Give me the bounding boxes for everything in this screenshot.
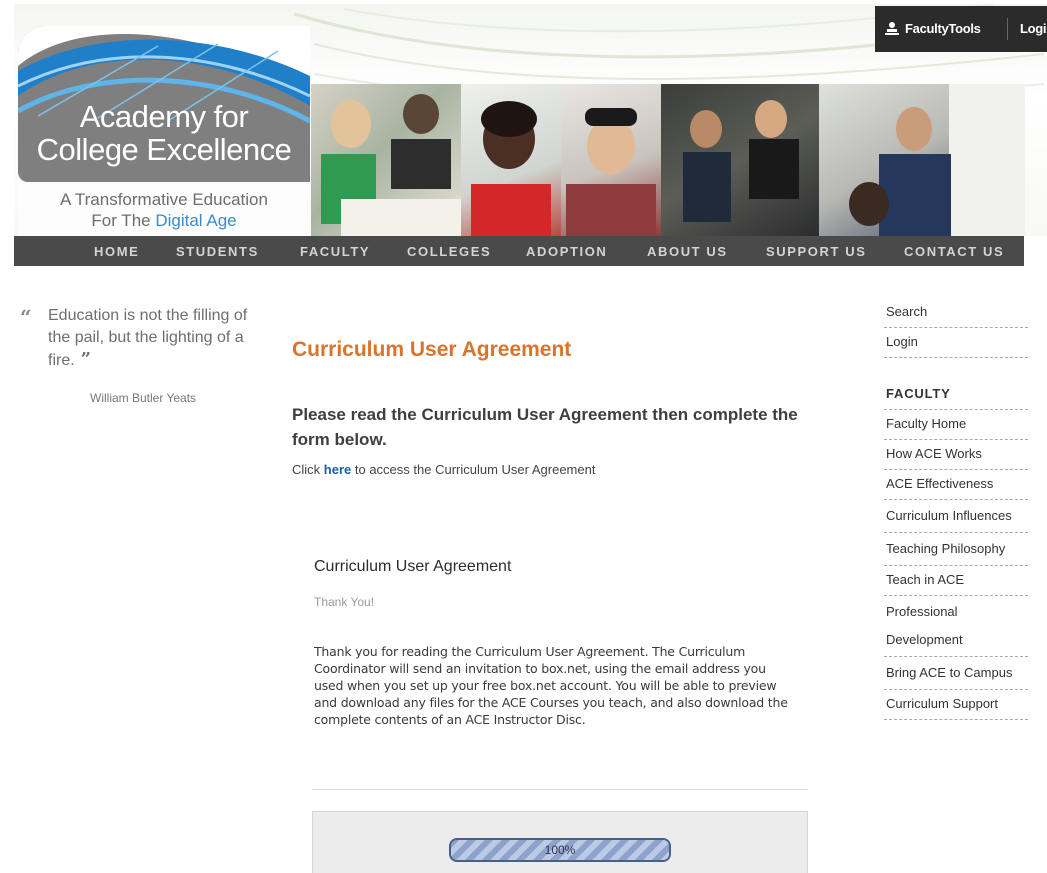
- students-studying-photo: [311, 84, 461, 236]
- classroom-group-photo: [661, 84, 819, 236]
- quote-author: William Butler Yeats: [90, 391, 197, 405]
- tagline-highlight: Digital Age: [155, 211, 237, 230]
- form-title: Curriculum User Agreement: [314, 558, 512, 575]
- nav-support-us[interactable]: SUPPORT US: [766, 244, 867, 259]
- sidebar-heading-faculty: FACULTY: [884, 380, 1028, 410]
- page-title: Curriculum User Agreement: [292, 338, 572, 361]
- logo-badge: Academy for College Excellence: [18, 26, 310, 182]
- nav-adoption[interactable]: ADOPTION: [526, 244, 607, 259]
- sidebar-item-how-ace-works[interactable]: How ACE Works: [884, 440, 1028, 470]
- student-portrait-photo: [461, 84, 561, 236]
- sidebar-item-curriculum-support[interactable]: Curriculum Support: [884, 690, 1028, 720]
- faculty-tools-label: FacultyTools: [905, 21, 981, 36]
- site-header: FacultyTools Login Academy for College E…: [14, 4, 1047, 266]
- nav-home[interactable]: HOME: [94, 244, 139, 259]
- tagline-prefix: For The: [91, 211, 156, 230]
- nav-about-us[interactable]: ABOUT US: [647, 244, 728, 259]
- site-logo[interactable]: Academy for College Excellence A Transfo…: [18, 26, 310, 236]
- sidebar-item-faculty-home[interactable]: Faculty Home: [884, 410, 1028, 440]
- nav-colleges[interactable]: COLLEGES: [407, 244, 491, 259]
- thank-you-text: Thank You!: [314, 595, 375, 609]
- logo-title-line1: Academy for: [79, 99, 249, 134]
- tagline-line2: For The Digital Age: [18, 210, 310, 231]
- agreement-here-link[interactable]: here: [324, 462, 351, 477]
- sidebar-item-ace-effectiveness[interactable]: ACE Effectiveness: [884, 470, 1028, 500]
- form-divider: [312, 789, 808, 790]
- instructor-teaching-photo: [819, 84, 1025, 236]
- faculty-tools-bar: FacultyTools Login: [875, 6, 1047, 52]
- sidebar-item-teach-in-ace[interactable]: Teach in ACE: [884, 566, 1028, 596]
- tagline-line1: A Transformative Education: [60, 190, 268, 209]
- sidebar-item-teaching-philosophy[interactable]: Teaching Philosophy: [884, 533, 1028, 566]
- quote-open-mark: “: [20, 305, 32, 329]
- sidebar-login-link[interactable]: Login: [884, 328, 1028, 358]
- intro-text: Please read the Curriculum User Agreemen…: [292, 405, 798, 449]
- click-suffix: to access the Curriculum User Agreement: [351, 462, 596, 477]
- progress-bar: 100%: [449, 838, 671, 862]
- faculty-tools-link[interactable]: FacultyTools: [885, 6, 981, 52]
- person-icon: [885, 22, 899, 35]
- progress-label: 100%: [544, 843, 576, 857]
- confirmation-message: Thank you for reading the Curriculum Use…: [314, 644, 788, 727]
- logo-title-line2: College Excellence: [36, 132, 292, 167]
- student-cap-photo: [561, 84, 661, 236]
- quote-close-mark: ”: [80, 349, 92, 370]
- click-prefix: Click: [292, 462, 324, 477]
- nav-students[interactable]: STUDENTS: [176, 244, 259, 259]
- sidebar-item-professional-development[interactable]: Professional Development: [884, 596, 1028, 657]
- quote-text-wrap: Education is not the filling of the pail…: [48, 305, 248, 372]
- nav-contact-us[interactable]: CONTACT US: [904, 244, 1004, 259]
- tools-divider: [1007, 18, 1008, 40]
- logo-title: Academy for College Excellence: [18, 100, 310, 166]
- sidebar-item-curriculum-influences[interactable]: Curriculum Influences: [884, 500, 1028, 533]
- top-login-link[interactable]: Login: [1020, 6, 1047, 52]
- nav-faculty[interactable]: FACULTY: [300, 244, 370, 259]
- progress-panel: 100%: [312, 811, 808, 873]
- main-navigation: HOME STUDENTS FACULTY COLLEGES ADOPTION …: [14, 236, 1024, 266]
- logo-tagline: A Transformative Education For The Digit…: [18, 184, 310, 236]
- header-photo-strip: [311, 84, 1025, 236]
- quote-text: Education is not the filling of the pail…: [48, 307, 248, 369]
- sidebar-item-bring-ace-to-campus[interactable]: Bring ACE to Campus: [884, 657, 1028, 690]
- sidebar-search-link[interactable]: Search: [884, 298, 1028, 328]
- right-sidebar: Search Login FACULTY Faculty Home How AC…: [884, 298, 1028, 720]
- agreement-link-line: Click here to access the Curriculum User…: [292, 462, 595, 477]
